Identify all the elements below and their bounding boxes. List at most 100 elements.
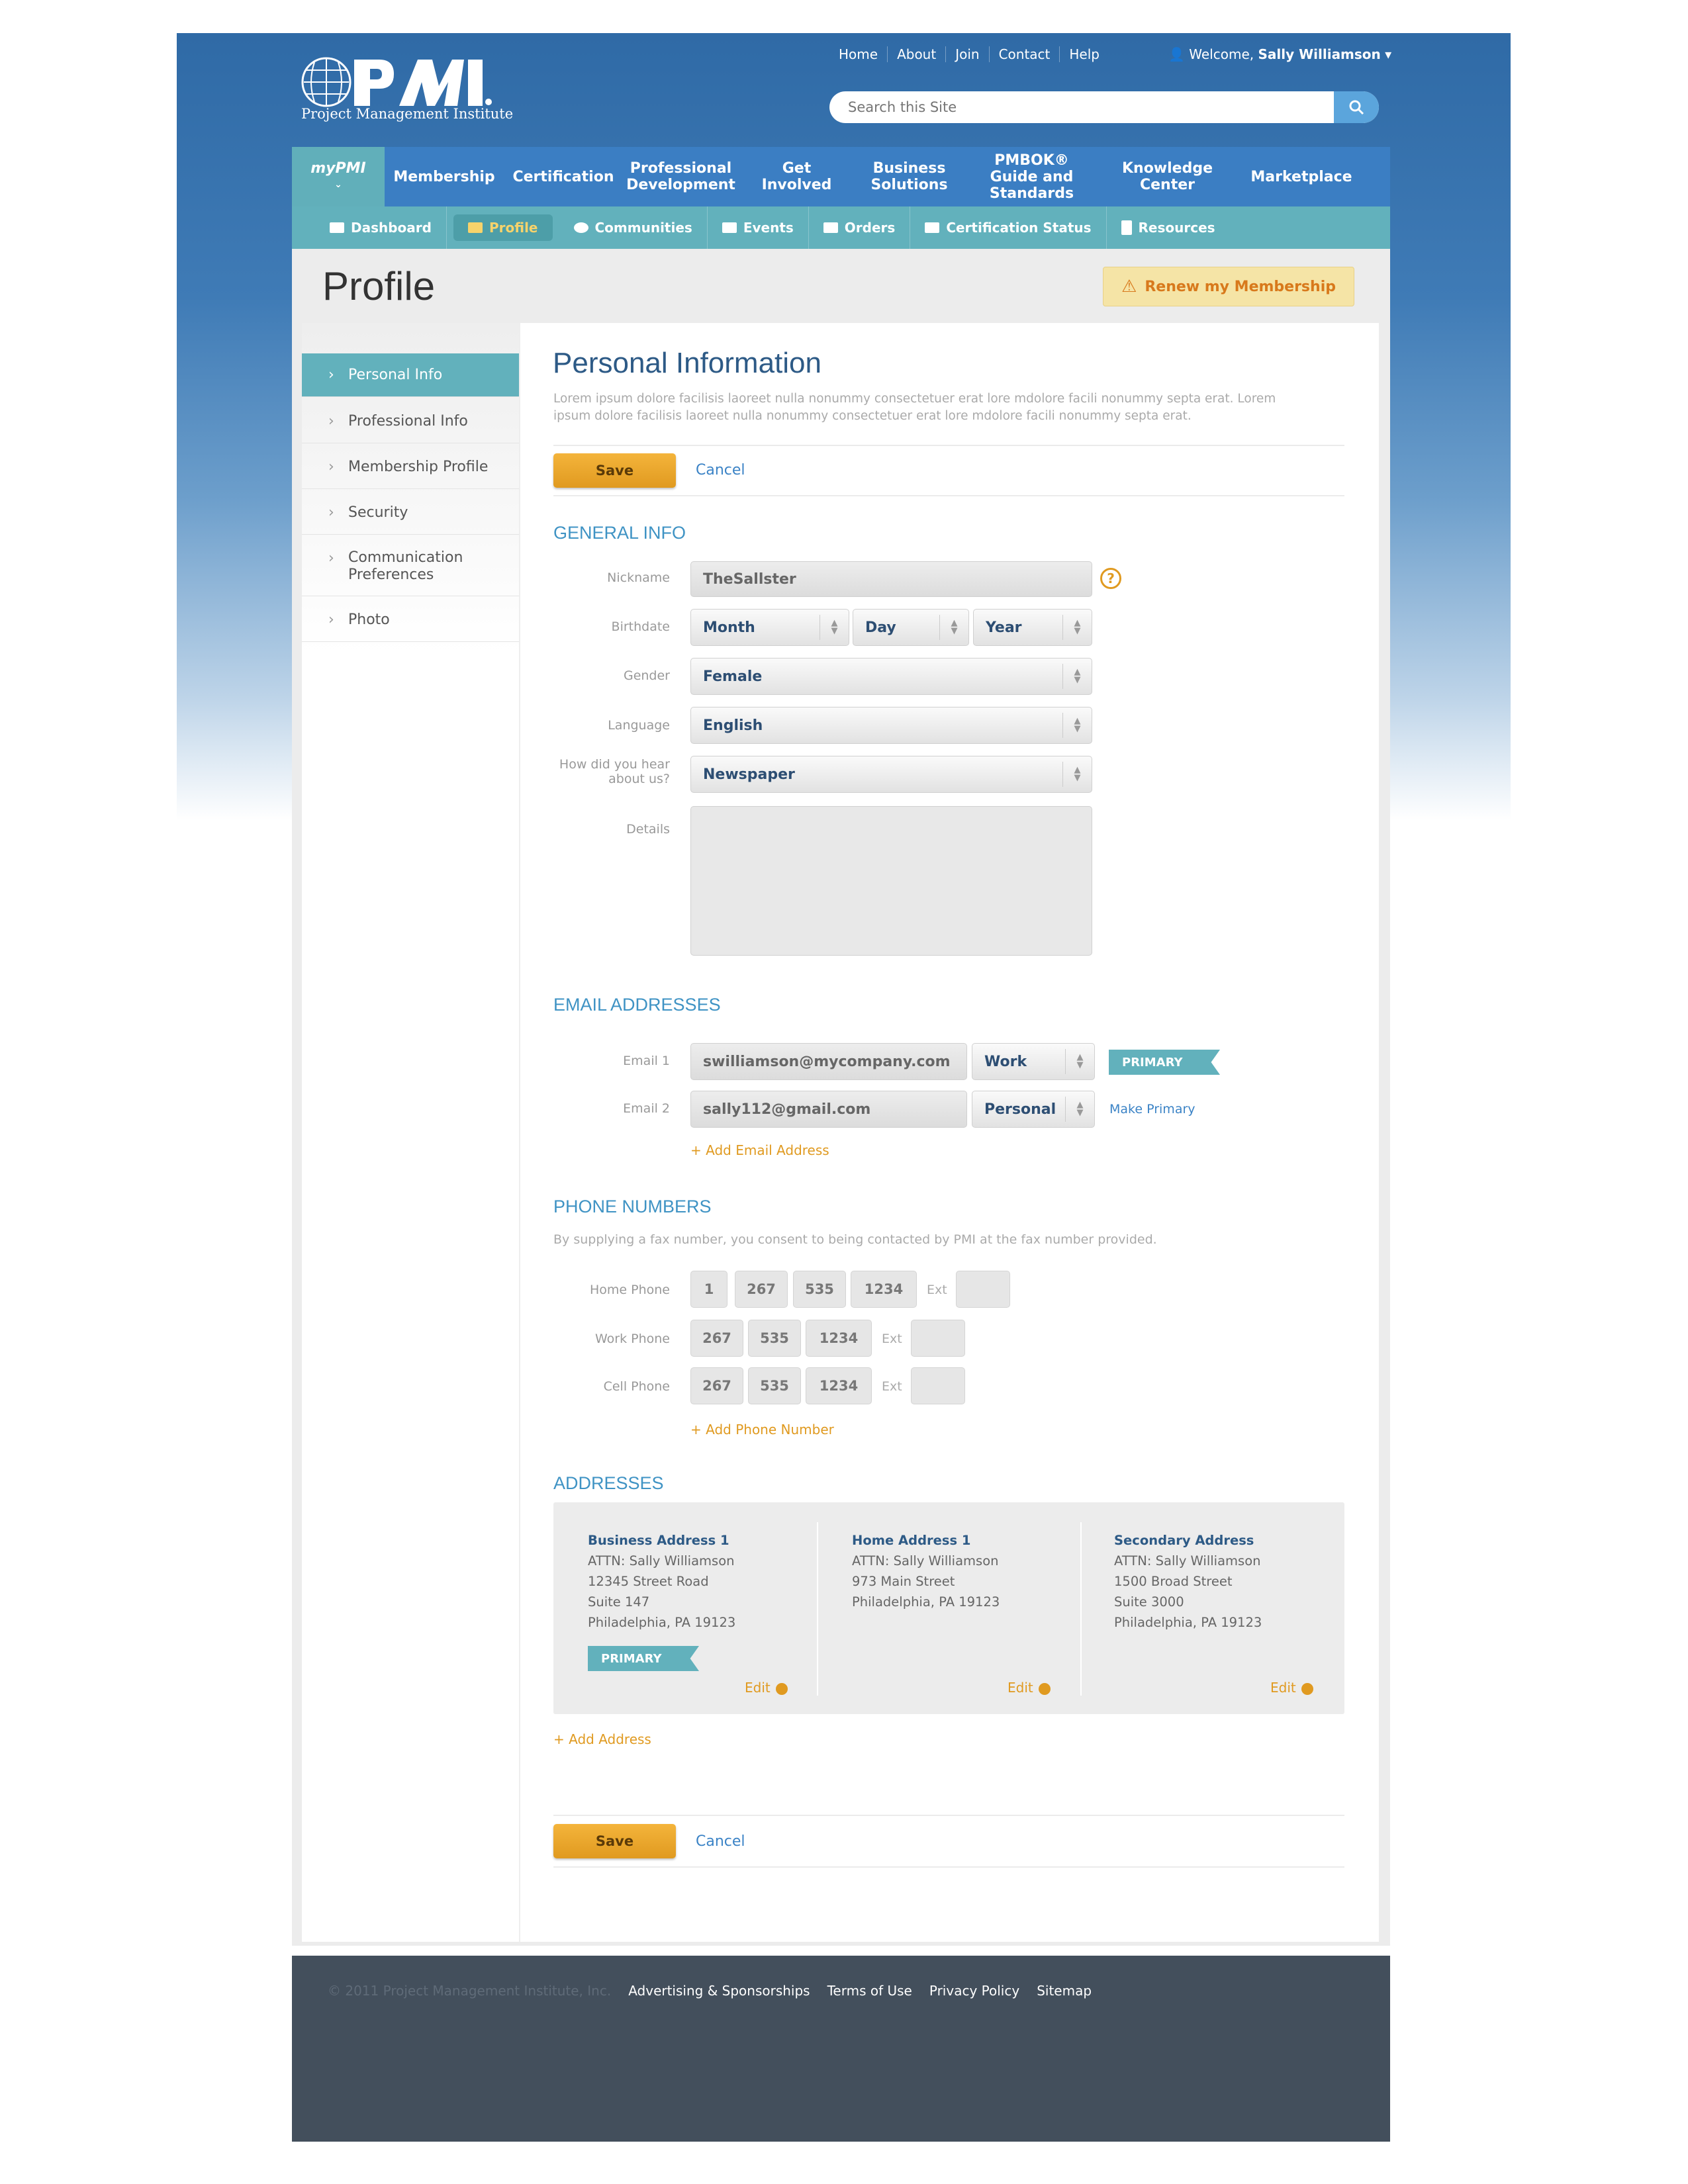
select-arrows-icon: ▲ ▼: [1065, 1049, 1094, 1074]
gender-select[interactable]: Female ▲ ▼: [690, 658, 1092, 695]
add-phone-label: Add Phone Number: [706, 1422, 834, 1437]
renew-membership-button[interactable]: ⚠ Renew my Membership: [1103, 267, 1354, 306]
work-phone-ext[interactable]: [911, 1320, 965, 1357]
plus-icon: +: [553, 1731, 569, 1747]
email2-type-select[interactable]: Personal ▲ ▼: [972, 1091, 1095, 1128]
search-button[interactable]: [1334, 91, 1379, 123]
edit-address-home[interactable]: Edit: [1008, 1680, 1051, 1696]
year-value: Year: [986, 619, 1022, 636]
welcome-menu[interactable]: 👤 Welcome, Sally Williamson ▾: [1168, 46, 1391, 62]
subnav-orders-label: Orders: [844, 220, 896, 236]
top-link-home[interactable]: Home: [829, 46, 888, 62]
address-divider: [1080, 1522, 1082, 1696]
birthdate-year-select[interactable]: Year ▲ ▼: [973, 609, 1092, 646]
subnav-events[interactable]: Events: [708, 206, 809, 249]
address-name: Secondary Address: [1114, 1533, 1254, 1548]
sidebar-item-membership-profile[interactable]: › Membership Profile: [302, 445, 519, 489]
nav-marketplace[interactable]: Marketplace: [1235, 147, 1368, 206]
subnav-certification-status[interactable]: Certification Status: [910, 206, 1107, 249]
gear-icon: [1038, 1682, 1051, 1695]
nav-pmbok-guide[interactable]: PMBOK® Guide and Standards: [964, 147, 1100, 206]
subnav-communities[interactable]: Communities: [559, 206, 708, 249]
add-phone-link[interactable]: + Add Phone Number: [690, 1422, 834, 1437]
work-phone-area[interactable]: 267: [690, 1320, 743, 1357]
edit-address-business[interactable]: Edit: [745, 1680, 788, 1696]
language-select[interactable]: English ▲ ▼: [690, 707, 1092, 744]
email-addresses-title: EMAIL ADDRESSES: [553, 995, 721, 1015]
nickname-field[interactable]: TheSallster: [690, 561, 1092, 597]
home-phone-country[interactable]: 1: [690, 1271, 727, 1308]
subnav-profile[interactable]: Profile: [453, 214, 553, 241]
nav-mypmi[interactable]: myPMI ⌄: [292, 147, 385, 206]
nav-membership[interactable]: Membership: [385, 147, 504, 206]
footer-links: © 2011 Project Management Institute, Inc…: [328, 1983, 1092, 1999]
email2-field[interactable]: sally112@gmail.com: [690, 1091, 967, 1128]
select-arrows-icon: ▲ ▼: [1062, 664, 1092, 689]
footer-link-terms[interactable]: Terms of Use: [827, 1983, 912, 1999]
sidebar-item-security[interactable]: › Security: [302, 491, 519, 535]
nav-professional-development[interactable]: Professional Development: [623, 147, 739, 206]
gear-icon: [1301, 1682, 1313, 1695]
select-arrows-icon: ▲ ▼: [1062, 615, 1092, 640]
help-icon[interactable]: ?: [1100, 568, 1121, 589]
sidebar-item-communication-preferences[interactable]: › Communication Preferences: [302, 537, 519, 596]
search-bar: [829, 91, 1379, 123]
footer-link-advertising[interactable]: Advertising & Sponsorships: [628, 1983, 810, 1999]
logo-text: Project Management Institute: [301, 106, 514, 122]
language-label: Language: [608, 718, 670, 733]
make-primary-link[interactable]: Make Primary: [1109, 1102, 1196, 1116]
work-phone-line[interactable]: 1234: [806, 1320, 872, 1357]
details-textarea[interactable]: [690, 806, 1092, 956]
top-link-help[interactable]: Help: [1060, 46, 1109, 62]
search-input[interactable]: [848, 91, 1325, 123]
cell-phone-prefix[interactable]: 535: [748, 1367, 801, 1404]
divider: [553, 1866, 1344, 1868]
sidebar-item-label: Personal Info: [348, 367, 443, 383]
primary-badge: PRIMARY: [1109, 1050, 1220, 1075]
work-phone-prefix[interactable]: 535: [748, 1320, 801, 1357]
subnav-resources[interactable]: Resources: [1107, 206, 1230, 249]
home-phone-ext[interactable]: [956, 1271, 1010, 1308]
save-button-bottom[interactable]: Save: [553, 1824, 676, 1858]
cancel-link-bottom[interactable]: Cancel: [696, 1833, 745, 1850]
cell-phone-ext[interactable]: [911, 1367, 965, 1404]
cancel-link[interactable]: Cancel: [696, 462, 745, 478]
address-card-secondary: Secondary Address ATTN: Sally Williamson…: [1114, 1530, 1262, 1633]
home-phone-line[interactable]: 1234: [851, 1271, 917, 1308]
top-link-about[interactable]: About: [888, 46, 947, 62]
birthdate-month-select[interactable]: Month ▲ ▼: [690, 609, 849, 646]
hear-about-select[interactable]: Newspaper ▲ ▼: [690, 756, 1092, 793]
nav-business-solutions[interactable]: Business Solutions: [855, 147, 964, 206]
sidebar-item-photo[interactable]: › Photo: [302, 598, 519, 642]
home-phone-prefix[interactable]: 535: [793, 1271, 846, 1308]
sidebar-item-professional-info[interactable]: › Professional Info: [302, 400, 519, 443]
user-icon: 👤: [1168, 46, 1185, 62]
edit-address-secondary[interactable]: Edit: [1270, 1680, 1313, 1696]
nickname-label: Nickname: [607, 570, 670, 585]
sub-nav: Dashboard Profile Communities Events Ord…: [292, 206, 1390, 249]
add-address-label: Add Address: [569, 1731, 651, 1747]
top-link-contact[interactable]: Contact: [990, 46, 1060, 62]
footer-link-privacy[interactable]: Privacy Policy: [929, 1983, 1019, 1999]
top-link-join[interactable]: Join: [946, 46, 990, 62]
add-address-link[interactable]: + Add Address: [553, 1731, 651, 1747]
work-phone-label: Work Phone: [594, 1332, 670, 1346]
subnav-orders[interactable]: Orders: [809, 206, 911, 249]
footer-link-sitemap[interactable]: Sitemap: [1037, 1983, 1092, 1999]
nav-knowledge-center[interactable]: Knowledge Center: [1100, 147, 1235, 206]
chevron-right-icon: ›: [328, 550, 334, 567]
cell-phone-line[interactable]: 1234: [806, 1367, 872, 1404]
save-button[interactable]: Save: [553, 453, 676, 488]
nav-certification[interactable]: Certification: [504, 147, 623, 206]
nav-get-involved[interactable]: Get Involved: [739, 147, 855, 206]
cell-phone-area[interactable]: 267: [690, 1367, 743, 1404]
add-email-link[interactable]: + Add Email Address: [690, 1142, 829, 1158]
email1-field[interactable]: swilliamson@mycompany.com: [690, 1043, 967, 1080]
hear-about-value: Newspaper: [703, 766, 795, 783]
subnav-dashboard[interactable]: Dashboard: [315, 206, 447, 249]
home-phone-area[interactable]: 267: [735, 1271, 788, 1308]
sidebar-item-personal-info[interactable]: › Personal Info: [302, 353, 519, 397]
email1-type-select[interactable]: Work ▲ ▼: [972, 1043, 1095, 1080]
birthdate-day-select[interactable]: Day ▲ ▼: [853, 609, 969, 646]
subnav-resources-label: Resources: [1138, 220, 1215, 236]
